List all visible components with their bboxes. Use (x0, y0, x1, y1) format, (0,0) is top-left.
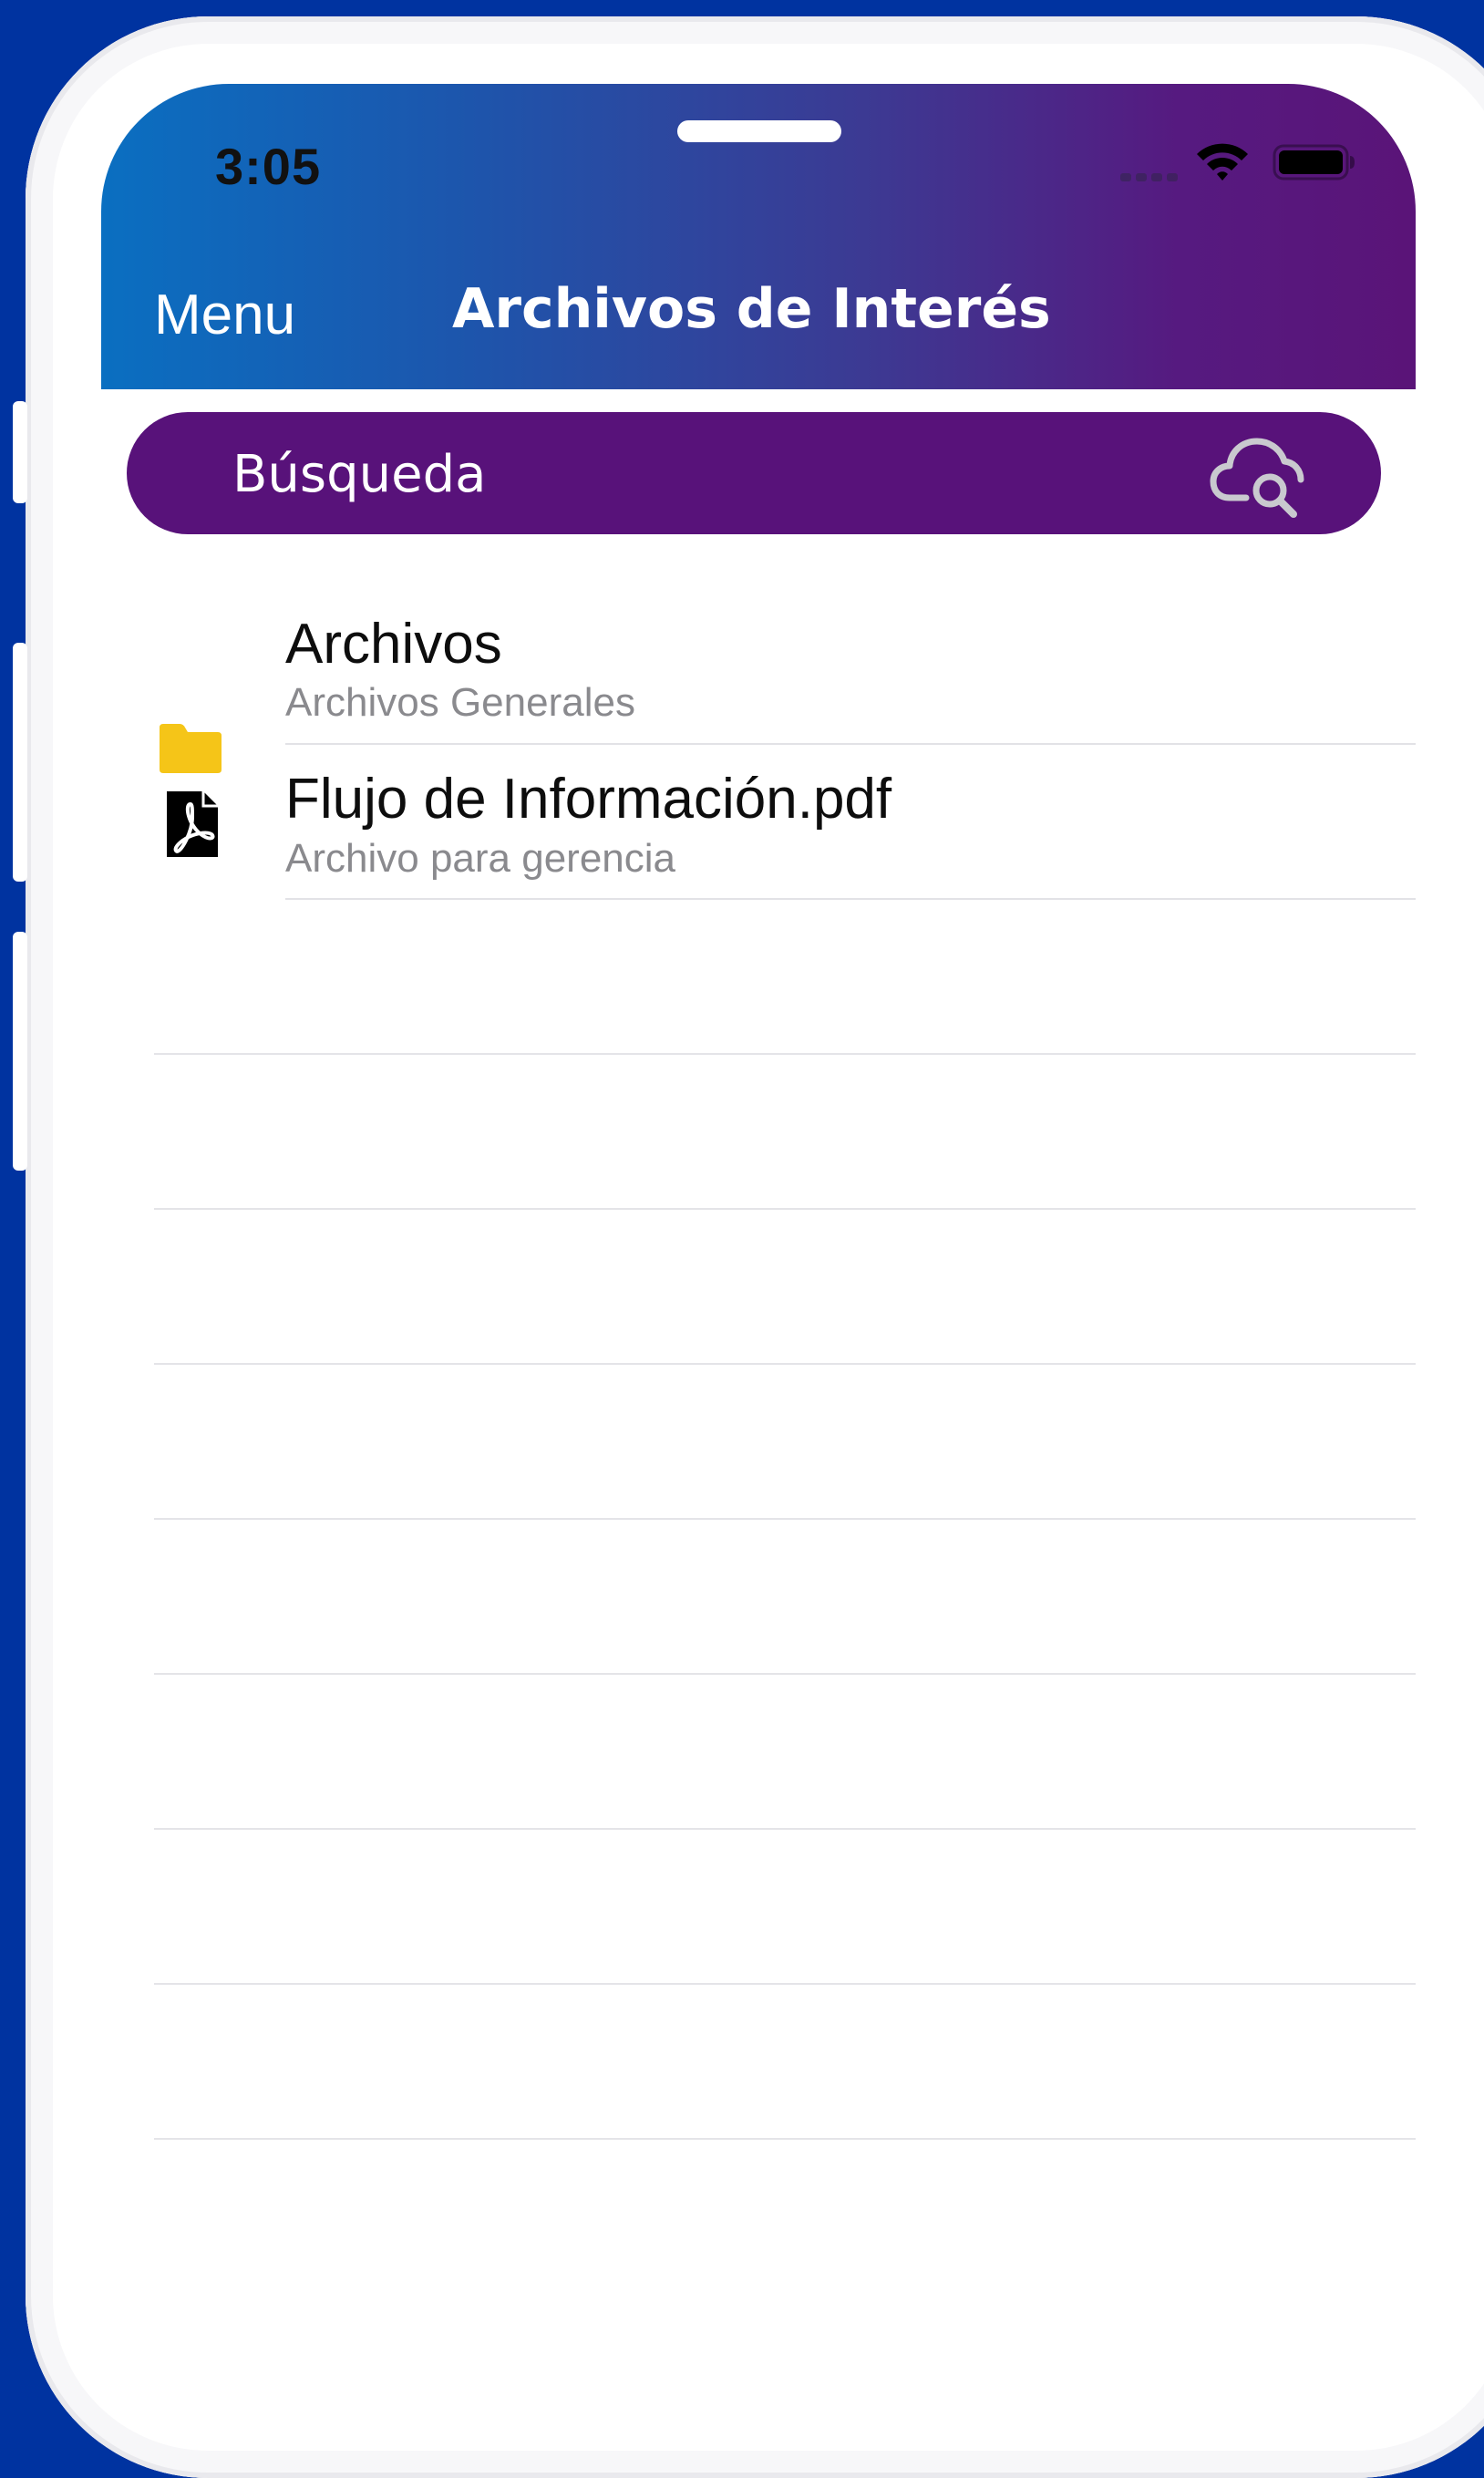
file-list: Archivos Archivos Generales Flujo de Inf… (101, 84, 1416, 2212)
item-subtitle: Archivo para gerencia (285, 836, 676, 881)
folder-icon (160, 724, 222, 773)
divider (285, 743, 1416, 745)
empty-row-separator (154, 1983, 1416, 1985)
item-title: Archivos (285, 613, 502, 676)
list-item[interactable]: Flujo de Información.pdf Archivo para ge… (101, 84, 1416, 900)
empty-row-separator (154, 1673, 1416, 1675)
empty-row-separator (154, 1828, 1416, 1830)
divider (285, 898, 1416, 900)
item-subtitle: Archivos Generales (285, 680, 635, 725)
mute-switch (13, 401, 27, 503)
empty-row-separator (154, 1053, 1416, 1055)
empty-row-separator (154, 1208, 1416, 1210)
volume-up-button (13, 643, 27, 882)
empty-row-separator (154, 2138, 1416, 2140)
item-title: Flujo de Información.pdf (285, 768, 892, 831)
empty-row-separator (154, 1363, 1416, 1365)
pdf-file-icon (167, 791, 218, 857)
app-screen: 3:05 Menu Archivos de Interés Búsqueda A… (101, 84, 1416, 2212)
empty-row-separator (154, 1518, 1416, 1520)
volume-down-button (13, 932, 27, 1171)
